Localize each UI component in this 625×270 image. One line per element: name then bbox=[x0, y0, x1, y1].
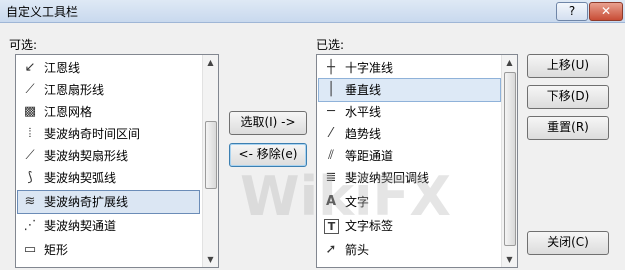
list-item-selected[interactable]: │ 垂直线 bbox=[318, 78, 501, 102]
fibo-fan-icon: ⟋ bbox=[25, 148, 35, 163]
scroll-up-icon[interactable]: ▲ bbox=[502, 55, 517, 70]
list-item-label: 江恩网格 bbox=[44, 105, 93, 119]
list-item[interactable]: ⟋ 江恩扇形线 bbox=[18, 79, 201, 101]
trendline-icon: ⁄ bbox=[329, 126, 333, 141]
list-item-label: 江恩扇形线 bbox=[44, 83, 105, 97]
arrow-icon: ➚ bbox=[325, 242, 337, 257]
list-item[interactable]: ➚ 箭头 bbox=[319, 239, 500, 261]
available-label: 可选: bbox=[9, 38, 38, 52]
list-item-label: 斐波纳奇时间区间 bbox=[44, 127, 141, 141]
fibo-channel-icon: ⋰ bbox=[23, 218, 37, 233]
fibo-arcs-icon: ⟆ bbox=[27, 170, 33, 185]
move-up-button[interactable]: 上移(U) bbox=[527, 54, 609, 78]
selected-list[interactable]: ┼ 十字准线 │ 垂直线 ─ 水平线 ⁄ 趋势线 ⫽ 等距通道 ≣ 斐波纳契回调… bbox=[316, 54, 518, 268]
list-item[interactable]: ▭ 矩形 bbox=[18, 239, 201, 261]
list-item[interactable]: ⦙ 斐波纳奇时间区间 bbox=[18, 123, 201, 145]
list-item[interactable]: ⁄ 趋势线 bbox=[319, 123, 500, 145]
rectangle-icon: ▭ bbox=[23, 242, 37, 257]
window-title: 自定义工具栏 bbox=[6, 5, 79, 19]
list-item-selected[interactable]: ≋ 斐波纳奇扩展线 bbox=[17, 190, 200, 214]
list-item-label: 十字准线 bbox=[345, 61, 394, 75]
scroll-thumb[interactable] bbox=[205, 121, 217, 189]
list-item-label: 江恩线 bbox=[44, 61, 81, 75]
crosshair-icon: ┼ bbox=[327, 60, 335, 75]
fibo-time-zones-icon: ⦙ bbox=[28, 126, 32, 141]
watermark-logo: WikiFX bbox=[240, 165, 452, 228]
list-item[interactable]: ⋰ 斐波纳契通道 bbox=[18, 215, 201, 237]
close-window-button[interactable]: ✕ bbox=[589, 2, 623, 21]
list-item[interactable]: ⫽ 等距通道 bbox=[319, 145, 500, 167]
list-item-label: 斐波纳契通道 bbox=[44, 219, 117, 233]
available-scrollbar[interactable]: ▲ ▼ bbox=[202, 55, 218, 267]
list-item-label: 斐波纳契弧线 bbox=[44, 171, 117, 185]
list-item[interactable]: ⟆ 斐波纳契弧线 bbox=[18, 167, 201, 189]
remove-button[interactable]: <- 移除(e) bbox=[229, 143, 307, 167]
list-item-label: 箭头 bbox=[345, 243, 370, 257]
list-item[interactable]: ─ 水平线 bbox=[319, 101, 500, 123]
list-item[interactable]: ⟋ 斐波纳契扇形线 bbox=[18, 145, 201, 167]
list-item[interactable]: ▩ 江恩网格 bbox=[18, 101, 201, 123]
equidistant-channel-icon: ⫽ bbox=[328, 148, 334, 163]
horizontal-line-icon: ─ bbox=[327, 104, 335, 119]
selected-scrollbar[interactable]: ▲ ▼ bbox=[501, 55, 517, 267]
title-bar: 自定义工具栏 ? ✕ bbox=[0, 0, 625, 23]
list-item[interactable]: ┼ 十字准线 bbox=[319, 57, 500, 79]
scroll-up-icon[interactable]: ▲ bbox=[203, 55, 218, 70]
gann-fan-icon: ⟋ bbox=[25, 82, 35, 97]
list-item-label: 斐波纳契扇形线 bbox=[44, 149, 129, 163]
scroll-thumb[interactable] bbox=[504, 72, 516, 246]
reset-button[interactable]: 重置(R) bbox=[527, 116, 609, 140]
fibo-expansion-icon: ≋ bbox=[24, 194, 36, 209]
gann-grid-icon: ▩ bbox=[23, 104, 37, 119]
scroll-down-icon[interactable]: ▼ bbox=[203, 252, 218, 267]
vertical-line-icon: │ bbox=[327, 82, 335, 97]
list-item-label: 等距通道 bbox=[345, 149, 394, 163]
add-button[interactable]: 选取(I) -> bbox=[229, 111, 307, 135]
list-item[interactable]: ↙ 江恩线 bbox=[18, 57, 201, 79]
close-button[interactable]: 关闭(C) bbox=[527, 231, 609, 255]
gann-line-icon: ↙ bbox=[24, 60, 36, 75]
help-button[interactable]: ? bbox=[556, 2, 588, 21]
scroll-down-icon[interactable]: ▼ bbox=[502, 252, 517, 267]
available-list[interactable]: ↙ 江恩线 ⟋ 江恩扇形线 ▩ 江恩网格 ⦙ 斐波纳奇时间区间 ⟋ 斐波纳契扇形… bbox=[15, 54, 219, 268]
move-down-button[interactable]: 下移(D) bbox=[527, 85, 609, 109]
list-item-label: 斐波纳奇扩展线 bbox=[44, 195, 129, 209]
list-item-label: 水平线 bbox=[345, 105, 382, 119]
selected-label: 已选: bbox=[316, 38, 345, 52]
list-item-label: 矩形 bbox=[44, 243, 69, 257]
list-item-label: 趋势线 bbox=[345, 127, 382, 141]
list-item-label: 垂直线 bbox=[345, 83, 382, 97]
